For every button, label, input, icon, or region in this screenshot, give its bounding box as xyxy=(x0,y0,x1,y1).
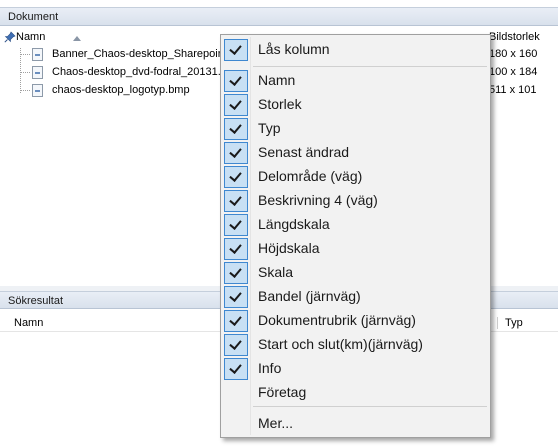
check-icon xyxy=(224,94,248,116)
menu-item-label: Höjdskala xyxy=(258,240,320,256)
check-icon xyxy=(224,39,248,61)
menu-item-label: Delområde (väg) xyxy=(258,168,363,184)
file-name: Chaos-desktop_dvd-fodral_20131.jp xyxy=(52,66,230,78)
check-icon xyxy=(224,190,248,212)
tree-branch xyxy=(20,90,30,91)
check-icon xyxy=(224,118,248,140)
file-image-size: 180 x 160 xyxy=(489,48,538,60)
column-divider[interactable] xyxy=(497,317,498,329)
menu-item-label: Typ xyxy=(258,120,281,136)
menu-item-column[interactable]: Beskrivning 4 (väg) xyxy=(223,189,489,213)
check-icon xyxy=(224,214,248,236)
check-icon xyxy=(224,142,248,164)
menu-separator xyxy=(253,406,487,407)
search-column-header-name[interactable]: Namn xyxy=(14,317,43,329)
file-image-size: 100 x 184 xyxy=(489,66,538,78)
menu-item-label: Längdskala xyxy=(258,216,330,232)
menu-item-label: Storlek xyxy=(258,96,302,112)
sort-ascending-icon xyxy=(73,36,81,41)
menu-item-column[interactable]: Delområde (väg) xyxy=(223,165,489,189)
tree-branch xyxy=(20,54,30,55)
column-header-image-size[interactable]: Bildstorlek xyxy=(489,31,540,43)
menu-item-label: Lås kolumn xyxy=(258,41,330,57)
pin-icon[interactable] xyxy=(4,31,16,43)
search-results-title-text: Sökresultat xyxy=(8,295,64,307)
menu-item-label: Mer... xyxy=(258,415,294,431)
menu-item-column[interactable]: Start och slut(km)(järnväg) xyxy=(223,333,489,357)
image-file-icon xyxy=(32,66,43,79)
menu-item-column[interactable]: Bandel (järnväg) xyxy=(223,285,489,309)
check-icon xyxy=(224,262,248,284)
menu-item-column[interactable]: Namn xyxy=(223,69,489,93)
check-icon xyxy=(224,286,248,308)
tree-branch xyxy=(20,72,30,73)
menu-item-column[interactable]: Typ xyxy=(223,117,489,141)
column-header-name[interactable]: Namn xyxy=(16,31,45,43)
column-chooser-context-menu: Lås kolumn Namn Storlek Typ Senast ändrad De… xyxy=(220,34,491,438)
menu-item-label: Beskrivning 4 (väg) xyxy=(258,192,378,208)
documents-panel-title-text: Dokument xyxy=(8,11,59,23)
image-file-icon xyxy=(32,48,43,61)
file-name: chaos-desktop_logotyp.bmp xyxy=(52,84,190,96)
menu-item-column[interactable]: Senast ändrad xyxy=(223,141,489,165)
check-icon xyxy=(224,166,248,188)
menu-item-column[interactable]: Höjdskala xyxy=(223,237,489,261)
menu-item-column[interactable]: Storlek xyxy=(223,93,489,117)
menu-item-column[interactable]: Info xyxy=(223,357,489,381)
menu-item-column[interactable]: Dokumentrubrik (järnväg) xyxy=(223,309,489,333)
check-icon xyxy=(224,310,248,332)
menu-item-label: Företag xyxy=(258,384,307,400)
menu-item-label: Skala xyxy=(258,264,294,280)
menu-item-label: Dokumentrubrik (järnväg) xyxy=(258,312,416,328)
menu-item-column[interactable]: Skala xyxy=(223,261,489,285)
check-icon xyxy=(224,334,248,356)
check-icon xyxy=(224,358,248,380)
menu-item-more[interactable]: Mer... xyxy=(223,412,489,436)
image-file-icon xyxy=(32,84,43,97)
menu-item-label: Start och slut(km)(järnväg) xyxy=(258,336,423,352)
file-image-size: 511 x 101 xyxy=(489,84,537,96)
menu-item-label: Bandel (järnväg) xyxy=(258,288,361,304)
menu-item-label: Info xyxy=(258,360,282,376)
menu-item-column[interactable]: Företag xyxy=(223,381,489,405)
check-icon xyxy=(224,70,248,92)
menu-item-label: Namn xyxy=(258,72,296,88)
menu-item-label: Senast ändrad xyxy=(258,144,350,160)
documents-panel-title: Dokument xyxy=(0,7,558,26)
menu-separator xyxy=(253,66,487,67)
file-name: Banner_Chaos-desktop_Sharepoint xyxy=(52,48,227,60)
menu-item-lock-column[interactable]: Lås kolumn xyxy=(223,38,489,62)
check-icon xyxy=(224,238,248,260)
menu-item-column[interactable]: Längdskala xyxy=(223,213,489,237)
search-column-header-type[interactable]: Typ xyxy=(505,317,523,329)
